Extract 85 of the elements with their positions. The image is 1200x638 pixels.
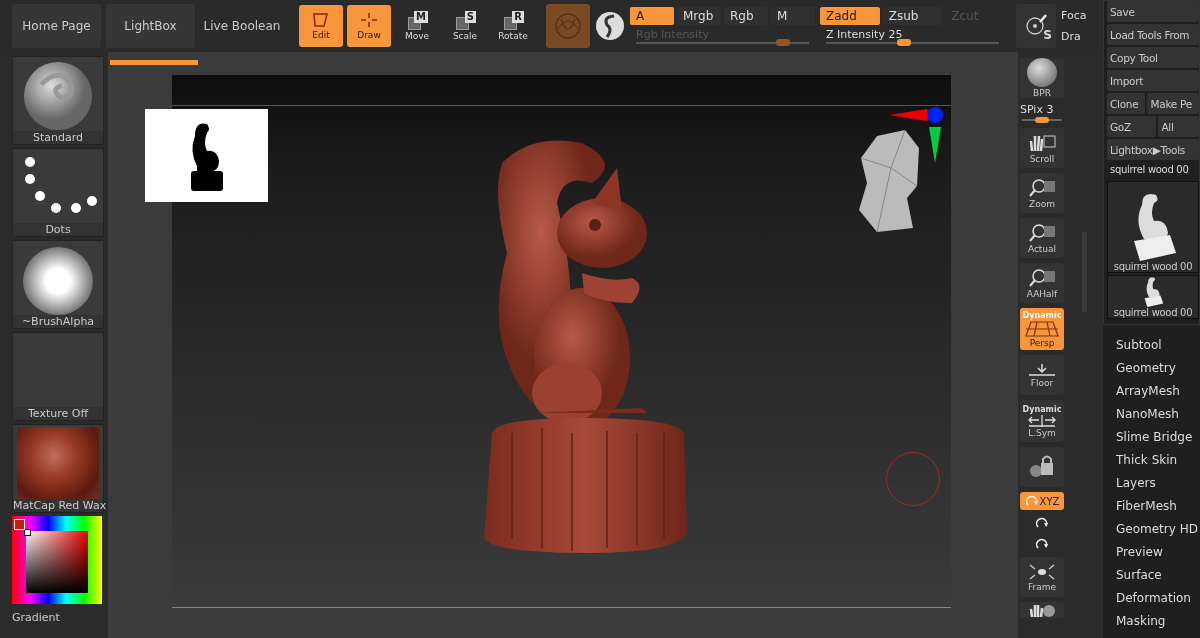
slider-thumb[interactable] — [1035, 117, 1049, 123]
palette-swatch[interactable]: Texture Off — [12, 332, 104, 421]
nav-button[interactable]: LightBox — [106, 4, 195, 48]
tool-menu-button[interactable]: Save — [1107, 1, 1199, 22]
magnifier-icon — [1028, 177, 1056, 198]
mode-button[interactable]: Mrgb — [677, 6, 721, 25]
selection-frame-icon — [312, 12, 330, 28]
z-intensity-slider[interactable]: Z Intensity 25 — [820, 27, 1005, 46]
color-picker[interactable] — [12, 516, 102, 604]
view-tool-button[interactable]: AAHalf — [1020, 263, 1064, 303]
view-tool-button[interactable]: Scroll — [1020, 128, 1064, 168]
palette-swatch[interactable]: ~BrushAlpha — [12, 240, 104, 329]
menu-item[interactable]: Subtool — [1116, 337, 1200, 353]
tool-button[interactable]: Draw — [347, 5, 391, 47]
tool-menu-button[interactable]: Load Tools From — [1107, 24, 1199, 45]
logo-icon — [595, 11, 625, 41]
menu-item[interactable]: Geometry HD — [1116, 521, 1200, 537]
viewport[interactable] — [172, 75, 951, 608]
palette-swatch[interactable]: Standard — [12, 56, 104, 145]
magnifier-icon — [1028, 267, 1056, 288]
tool-thumbnail[interactable]: squirrel wood 00 — [1107, 275, 1199, 319]
tool-menu-button[interactable]: Import — [1107, 70, 1199, 91]
rotate-icon — [1024, 494, 1039, 508]
menu-item[interactable]: Slime Bridge — [1116, 429, 1200, 445]
tool-button[interactable]: Edit — [299, 5, 343, 47]
menu-item[interactable]: ArrayMesh — [1116, 383, 1200, 399]
view-tool-button[interactable] — [1020, 602, 1064, 618]
view-tool-button[interactable]: Zoom — [1020, 173, 1064, 213]
current-tool-name: squirrel wood 00 — [1109, 163, 1190, 177]
head-orientation-icon — [857, 128, 921, 232]
rotate-icon — [1035, 516, 1049, 530]
view-tool-button[interactable]: Actual — [1020, 218, 1064, 258]
tool-menu-button[interactable]: Lightbox▶Tools — [1107, 139, 1199, 160]
menu-item[interactable]: Thick Skin — [1116, 452, 1200, 468]
mode-button[interactable]: Zsub — [882, 6, 943, 25]
crosshair-icon — [360, 12, 378, 28]
tool-button[interactable]: R Rotate — [491, 5, 535, 47]
tool-menu-button[interactable]: Clone — [1107, 93, 1146, 114]
grid-plane-icon — [1025, 320, 1059, 337]
mode-button[interactable]: M — [771, 6, 815, 25]
menu-label[interactable]: Foca — [1061, 9, 1087, 22]
mode-button[interactable]: A — [630, 6, 674, 25]
palette-swatch[interactable]: Dots — [12, 148, 104, 237]
sphere-icon — [1027, 58, 1057, 87]
nav-button[interactable]: Home Page — [12, 4, 101, 48]
nav-button[interactable]: Live Boolean — [200, 4, 284, 48]
palette-swatch[interactable]: Gradient — [12, 516, 102, 624]
symmetry-arrows-icon — [1027, 414, 1057, 427]
hand-sphere-icon — [1028, 603, 1056, 617]
floor-arrow-icon — [1027, 362, 1057, 377]
view-tool-button[interactable]: BPR — [1020, 58, 1064, 98]
tool-menu-button[interactable]: All — [1158, 116, 1199, 137]
view-tool-button[interactable] — [1020, 447, 1064, 487]
tool-thumbnail[interactable]: squirrel wood 00 — [1107, 181, 1199, 273]
menu-item[interactable]: NanoMesh — [1116, 406, 1200, 422]
menu-item[interactable]: Preview — [1116, 544, 1200, 560]
tool-menu-button[interactable]: Copy Tool — [1107, 47, 1199, 68]
view-tool-button[interactable]: Dynamic Persp — [1020, 308, 1064, 350]
tool-button[interactable]: M Move — [395, 5, 439, 47]
symmetry-button[interactable]: S — [1016, 4, 1056, 48]
palette-swatch[interactable]: MatCap Red Wax — [12, 424, 104, 513]
magnifier-icon — [1028, 222, 1056, 243]
view-tool-button[interactable]: XYZ — [1020, 492, 1064, 510]
tool-menu-button[interactable]: Make Pe — [1147, 93, 1199, 114]
menu-item[interactable]: Geometry — [1116, 360, 1200, 376]
view-tool-button[interactable]: Dynamic L.Sym — [1020, 400, 1064, 442]
sphere-outline-icon — [553, 11, 583, 41]
tool-menu-button[interactable]: GoZ — [1107, 116, 1157, 137]
spix-slider[interactable]: SPix 3 — [1020, 103, 1064, 123]
menu-item[interactable]: Deformation — [1116, 590, 1200, 606]
menu-item[interactable]: Surface — [1116, 567, 1200, 583]
slider-thumb[interactable] — [896, 38, 911, 46]
menu-item[interactable]: Masking — [1116, 613, 1200, 629]
menu-item[interactable]: FiberMesh — [1116, 498, 1200, 514]
view-tool-button[interactable]: Floor — [1020, 355, 1064, 395]
hand-icon — [1028, 132, 1056, 153]
navigator-thumbnail[interactable] — [145, 109, 268, 202]
tool-button[interactable]: S Scale — [443, 5, 487, 47]
mode-button[interactable]: Rgb — [724, 6, 768, 25]
rotate-icon — [1035, 537, 1049, 551]
view-tool-button[interactable]: Frame — [1020, 557, 1064, 597]
menu-label[interactable]: Dra — [1061, 30, 1087, 43]
mode-button[interactable]: Zadd — [820, 6, 880, 25]
frame-corners-icon — [1028, 562, 1056, 581]
menu-item[interactable]: Layers — [1116, 475, 1200, 491]
